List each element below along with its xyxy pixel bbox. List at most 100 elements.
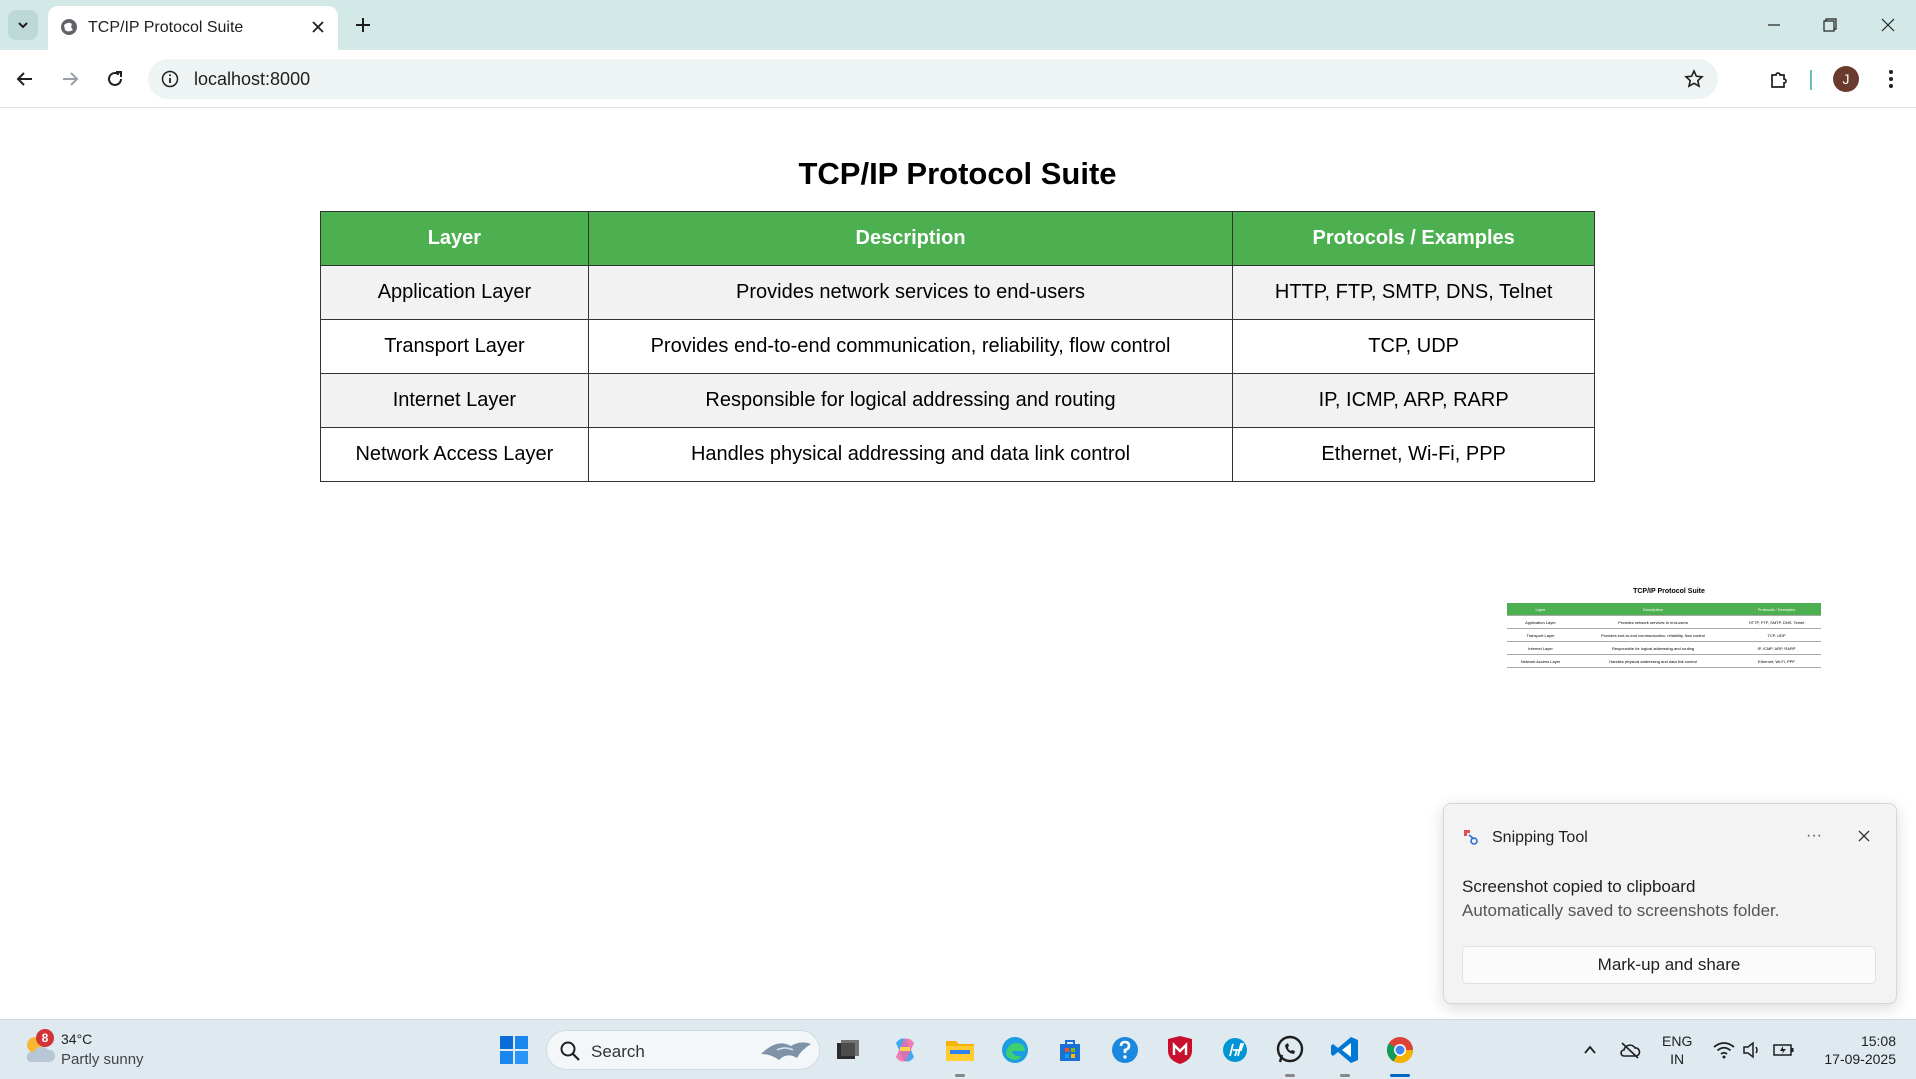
chrome-icon [1386, 1037, 1414, 1064]
windows-logo-icon [500, 1036, 528, 1064]
cell-protocols: IP, ICMP, ARP, RARP [1232, 373, 1595, 428]
start-button[interactable] [496, 1032, 532, 1068]
protocol-table: Layer Description Protocols / Examples A… [320, 211, 1595, 482]
thumbnail-cell: Protocols / Examples [1757, 606, 1796, 612]
arrow-right-icon [63, 72, 79, 86]
vscode-icon [1331, 1037, 1358, 1063]
hp-icon [1223, 1038, 1247, 1062]
tab-active[interactable]: TCP/IP Protocol Suite [48, 6, 338, 50]
input-language[interactable]: ENG IN [1662, 1032, 1692, 1068]
info-icon [161, 70, 179, 88]
wifi-icon [1713, 1042, 1735, 1059]
taskbar-app-task-view[interactable] [830, 1032, 866, 1068]
browser-toolbar: localhost:8000 [0, 50, 1916, 108]
onedrive-status[interactable] [1618, 1038, 1642, 1062]
globe-icon [61, 19, 77, 35]
thumbnail-cell: Handles physical addressing and data lin… [1609, 658, 1697, 664]
restore-button[interactable] [1815, 12, 1845, 38]
speaker-icon [1743, 1041, 1758, 1059]
restore-icon [1823, 18, 1837, 32]
running-indicator [1340, 1074, 1350, 1077]
site-info-button[interactable] [158, 67, 182, 91]
taskbar-app-hp[interactable] [1217, 1032, 1253, 1068]
bookmark-button[interactable] [1682, 67, 1706, 91]
close-icon [1881, 18, 1895, 32]
close-icon [1858, 830, 1870, 842]
running-indicator [955, 1074, 965, 1077]
thumbnail-cell: Layer [1535, 606, 1546, 612]
show-hidden-icons-button[interactable] [1578, 1038, 1602, 1062]
taskbar-app-file-explorer[interactable] [942, 1032, 978, 1068]
minimize-icon [1768, 24, 1780, 26]
thumbnail-cell: Provides end-to-end communication, relia… [1601, 632, 1705, 638]
snipping-tool-notification[interactable]: Snipping Tool ··· Screenshot copied to c… [1443, 803, 1897, 1004]
snipping-tool-icon [1464, 830, 1478, 845]
manta-ray-icon [761, 1042, 811, 1060]
cloud-off-icon [1620, 1042, 1641, 1059]
chevron-up-icon [1584, 1045, 1596, 1054]
taskbar-search[interactable]: Search [546, 1030, 820, 1070]
arrow-left-icon [16, 72, 32, 86]
active-app-indicator [1390, 1074, 1410, 1077]
minimize-button[interactable] [1759, 12, 1789, 38]
new-tab-button[interactable] [350, 12, 376, 38]
thumbnail-cell: Ethernet, Wi-Fi, PPP [1758, 658, 1795, 664]
cell-layer: Network Access Layer [320, 427, 589, 482]
search-label: Search [591, 1042, 645, 1061]
battery-status[interactable] [1772, 1038, 1796, 1062]
profile-avatar[interactable]: J [1833, 66, 1859, 92]
toast-close-button[interactable] [1852, 824, 1876, 848]
cell-description: Responsible for logical addressing and r… [587, 373, 1234, 428]
running-indicator [1285, 1074, 1295, 1077]
tab-search-button[interactable] [8, 10, 38, 40]
taskbar-app-chrome[interactable] [1382, 1032, 1418, 1068]
close-window-button[interactable] [1873, 12, 1903, 38]
thumbnail-cell: Provides network services to end-users [1618, 619, 1688, 625]
extensions-button[interactable] [1764, 64, 1794, 94]
help-icon [1112, 1037, 1138, 1063]
tab-close-button[interactable] [308, 17, 328, 37]
cell-layer: Internet Layer [320, 373, 589, 428]
weather-alert-badge: 8 [36, 1029, 54, 1047]
screenshot-thumbnail[interactable]: TCP/IP Protocol Suite Layer Description … [1444, 580, 1894, 805]
thumbnail-cell: Network Access Layer [1520, 658, 1561, 664]
network-status[interactable] [1712, 1038, 1736, 1062]
back-button[interactable] [10, 64, 40, 94]
mark-up-and-share-button[interactable]: Mark-up and share [1462, 946, 1876, 984]
taskbar-app-whatsapp[interactable] [1272, 1032, 1308, 1068]
reload-button[interactable] [100, 64, 130, 94]
toast-more-options-button[interactable]: ··· [1802, 824, 1826, 848]
url-text[interactable]: localhost:8000 [194, 69, 310, 90]
language-code: ENG [1662, 1033, 1693, 1049]
weather-description: Partly sunny [61, 1051, 144, 1068]
thumbnail-header-row: Layer Description Protocols / Examples [1507, 603, 1821, 616]
taskbar-app-copilot[interactable] [887, 1032, 923, 1068]
clock-date: 17-09-2025 [1824, 1051, 1896, 1067]
table-header-row: Layer Description Protocols / Examples [320, 211, 1595, 266]
volume-control[interactable] [1740, 1038, 1764, 1062]
forward-button[interactable] [55, 64, 85, 94]
taskbar-app-help[interactable] [1107, 1032, 1143, 1068]
system-clock[interactable]: 15:08 17-09-2025 [1800, 1032, 1896, 1068]
thumbnail-row: Transport Layer Provides end-to-end comm… [1507, 629, 1821, 642]
address-bar[interactable]: localhost:8000 [148, 59, 1718, 99]
column-header-layer: Layer [320, 211, 589, 266]
taskbar-app-edge[interactable] [997, 1032, 1033, 1068]
table-row: Application Layer Provides network servi… [320, 265, 1595, 320]
page-title: TCP/IP Protocol Suite [798, 156, 1117, 191]
thumbnail-table: Layer Description Protocols / Examples A… [1507, 603, 1821, 668]
task-view-icon [837, 1040, 859, 1059]
thumbnail-cell: HTTP, FTP, SMTP, DNS, Telnet [1748, 619, 1805, 625]
edge-icon [1002, 1037, 1028, 1063]
browser-menu-button[interactable] [1876, 64, 1906, 94]
cell-protocols: Ethernet, Wi-Fi, PPP [1232, 427, 1595, 482]
taskbar-app-vscode[interactable] [1327, 1032, 1363, 1068]
thumbnail-row: Network Access Layer Handles physical ad… [1507, 655, 1821, 668]
cell-layer: Application Layer [320, 265, 589, 320]
star-icon [1684, 69, 1704, 88]
taskbar-app-store[interactable] [1052, 1032, 1088, 1068]
taskbar-app-mcafee[interactable] [1162, 1032, 1198, 1068]
toast-body: Automatically saved to screenshots folde… [1462, 901, 1780, 920]
close-icon [312, 21, 324, 33]
table-row: Internet Layer Responsible for logical a… [320, 373, 1595, 428]
